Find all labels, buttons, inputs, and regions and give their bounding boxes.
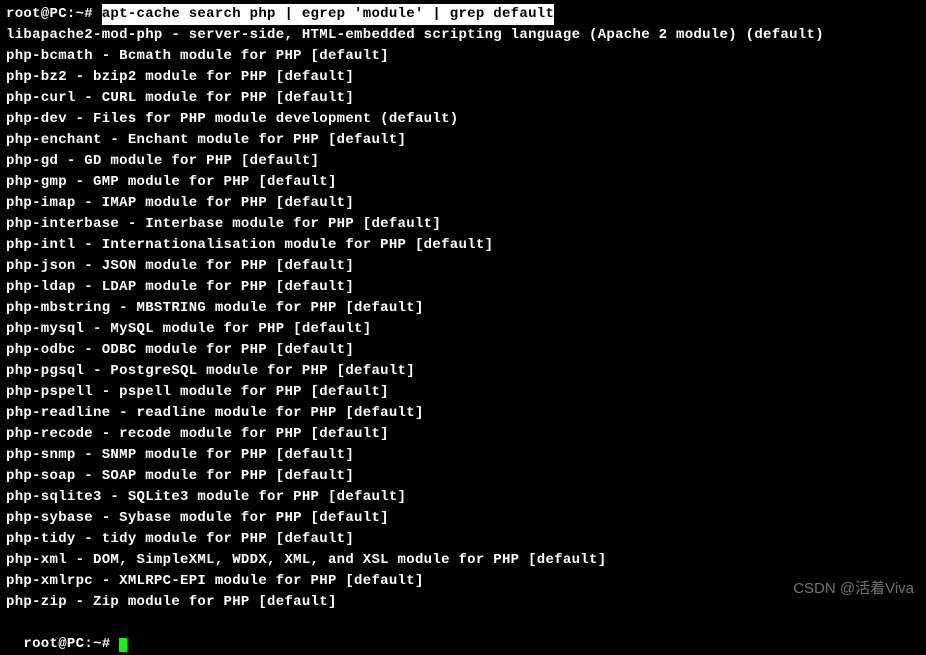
shell-command: apt-cache search php | egrep 'module' | … <box>102 4 554 25</box>
terminal-output-line: php-enchant - Enchant module for PHP [de… <box>6 130 920 151</box>
terminal-output-line: php-gmp - GMP module for PHP [default] <box>6 172 920 193</box>
terminal-output-line: php-dev - Files for PHP module developme… <box>6 109 920 130</box>
terminal-output: libapache2-mod-php - server-side, HTML-e… <box>6 25 920 613</box>
terminal-prompt-line[interactable]: root@PC:~# apt-cache search php | egrep … <box>6 4 920 25</box>
terminal-output-line: php-odbc - ODBC module for PHP [default] <box>6 340 920 361</box>
terminal-output-line: php-imap - IMAP module for PHP [default] <box>6 193 920 214</box>
terminal-output-line: php-snmp - SNMP module for PHP [default] <box>6 445 920 466</box>
terminal-output-line: php-interbase - Interbase module for PHP… <box>6 214 920 235</box>
terminal-output-line: php-intl - Internationalisation module f… <box>6 235 920 256</box>
terminal-output-line: php-pgsql - PostgreSQL module for PHP [d… <box>6 361 920 382</box>
terminal-output-line: php-sybase - Sybase module for PHP [defa… <box>6 508 920 529</box>
terminal-output-line: php-soap - SOAP module for PHP [default] <box>6 466 920 487</box>
terminal-output-line: php-bcmath - Bcmath module for PHP [defa… <box>6 46 920 67</box>
terminal-next-prompt-line[interactable]: root@PC:~# <box>6 613 920 655</box>
cursor <box>119 638 127 652</box>
terminal-output-line: libapache2-mod-php - server-side, HTML-e… <box>6 25 920 46</box>
terminal-output-line: php-mbstring - MBSTRING module for PHP [… <box>6 298 920 319</box>
terminal-output-line: php-gd - GD module for PHP [default] <box>6 151 920 172</box>
terminal-output-line: php-zip - Zip module for PHP [default] <box>6 592 920 613</box>
terminal-output-line: php-recode - recode module for PHP [defa… <box>6 424 920 445</box>
terminal-output-line: php-xmlrpc - XMLRPC-EPI module for PHP [… <box>6 571 920 592</box>
terminal-output-line: php-tidy - tidy module for PHP [default] <box>6 529 920 550</box>
terminal-output-line: php-ldap - LDAP module for PHP [default] <box>6 277 920 298</box>
terminal-output-line: php-mysql - MySQL module for PHP [defaul… <box>6 319 920 340</box>
terminal-output-line: php-xml - DOM, SimpleXML, WDDX, XML, and… <box>6 550 920 571</box>
shell-prompt-next: root@PC:~# <box>23 636 119 652</box>
terminal-output-line: php-bz2 - bzip2 module for PHP [default] <box>6 67 920 88</box>
shell-prompt: root@PC:~# <box>6 4 102 25</box>
terminal-output-line: php-pspell - pspell module for PHP [defa… <box>6 382 920 403</box>
terminal-output-line: php-json - JSON module for PHP [default] <box>6 256 920 277</box>
terminal-output-line: php-curl - CURL module for PHP [default] <box>6 88 920 109</box>
terminal-output-line: php-readline - readline module for PHP [… <box>6 403 920 424</box>
terminal-output-line: php-sqlite3 - SQLite3 module for PHP [de… <box>6 487 920 508</box>
